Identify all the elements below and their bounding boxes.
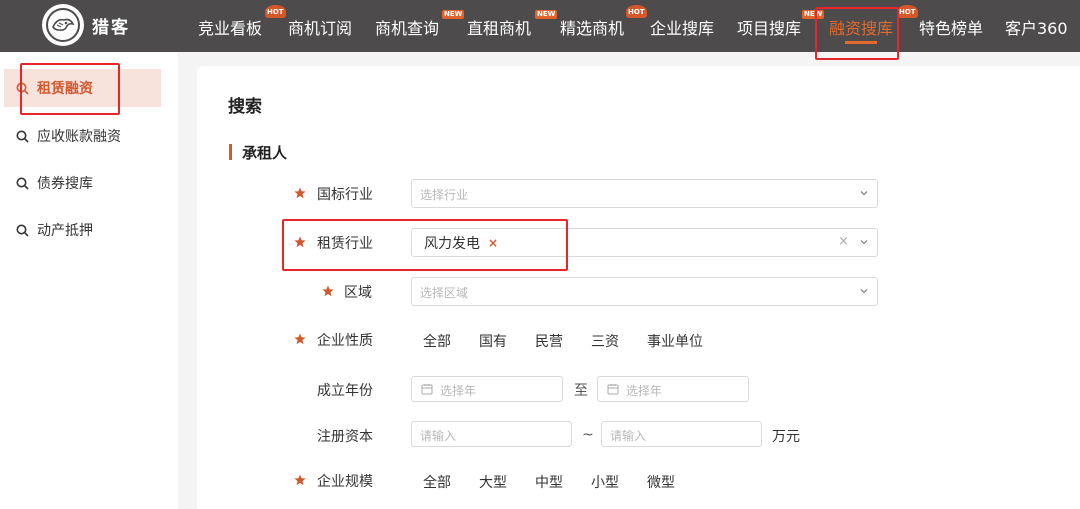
range-separator: 至 xyxy=(574,383,588,399)
industry-std-select[interactable]: 选择行业 xyxy=(411,179,878,208)
brand-name: 猎客 xyxy=(92,17,130,38)
chevron-down-icon xyxy=(860,191,868,196)
nature-option-state[interactable]: 国有 xyxy=(479,331,507,351)
capital-to-input[interactable]: 请输入 xyxy=(601,421,762,447)
capital-to-placeholder: 请输入 xyxy=(610,429,647,443)
calendar-icon xyxy=(421,384,433,395)
registered-capital-label: 注册资本 xyxy=(317,429,373,445)
nature-option-foreign[interactable]: 三资 xyxy=(591,331,619,351)
sidebar-item-receivables-financing[interactable]: 应收账款融资 xyxy=(4,117,161,155)
search-icon xyxy=(16,130,29,143)
annotation-highlight-box xyxy=(20,63,120,115)
sidebar-item-bond-search[interactable]: 债券搜库 xyxy=(4,164,161,202)
industry-std-label: 国标行业 xyxy=(317,187,373,203)
required-star-icon xyxy=(294,187,306,199)
company-nature-label: 企业性质 xyxy=(317,333,373,349)
capital-from-input[interactable]: 请输入 xyxy=(411,421,572,447)
region-select[interactable]: 选择区域 xyxy=(411,277,878,306)
founded-from-placeholder: 选择年 xyxy=(440,384,477,398)
nav-item-customer-360[interactable]: 客户360 xyxy=(1005,15,1068,39)
required-star-icon xyxy=(322,285,334,297)
founded-year-label: 成立年份 xyxy=(317,383,373,399)
capital-from-placeholder: 请输入 xyxy=(420,429,457,443)
founded-to-placeholder: 选择年 xyxy=(626,384,663,398)
required-star-icon xyxy=(294,474,306,486)
hot-badge: HOT xyxy=(626,5,647,18)
nav-item-company-search[interactable]: 企业搜库 xyxy=(650,15,714,39)
hot-badge: HOT xyxy=(265,5,286,18)
nav-item-featured-rankings[interactable]: 特色榜单 xyxy=(919,15,983,39)
scale-option-all[interactable]: 全部 xyxy=(423,472,451,492)
annotation-highlight-box xyxy=(282,219,568,271)
nav-item-opportunity-subscription[interactable]: 商机订阅 xyxy=(288,15,352,39)
nav-item-competition-board[interactable]: 竞业看板 xyxy=(198,15,262,39)
sidebar-item-chattel-mortgage[interactable]: 动产抵押 xyxy=(4,211,161,249)
required-star-icon xyxy=(294,333,306,345)
new-badge: NEW xyxy=(535,10,558,19)
clear-icon[interactable]: × xyxy=(838,234,849,249)
new-badge: NEW xyxy=(442,10,465,19)
scale-option-medium[interactable]: 中型 xyxy=(535,472,563,492)
nature-option-all[interactable]: 全部 xyxy=(423,331,451,351)
brand-logo[interactable]: 猎客 xyxy=(42,4,130,46)
top-nav-bar: 猎客 竞业看板 商机订阅 商机查询 直租商机 精选商机 企业搜库 项目搜库 融资… xyxy=(0,0,1080,52)
scale-option-micro[interactable]: 微型 xyxy=(647,472,675,492)
tiger-logo-icon xyxy=(42,4,84,46)
calendar-icon xyxy=(607,384,619,395)
search-icon xyxy=(16,177,29,190)
scale-option-large[interactable]: 大型 xyxy=(479,472,507,492)
sidebar: 租赁融资 应收账款融资 债券搜库 动产抵押 xyxy=(0,52,178,509)
annotation-highlight-box xyxy=(815,7,899,60)
search-panel: 搜索 承租人 国标行业 选择行业 租赁行业 风力发电 × × 区域 选择区域 企… xyxy=(197,66,1080,509)
sidebar-item-label: 债券搜库 xyxy=(37,176,93,192)
sidebar-item-label: 动产抵押 xyxy=(37,223,93,239)
scale-option-small[interactable]: 小型 xyxy=(591,472,619,492)
nav-item-direct-lease[interactable]: 直租商机 xyxy=(467,15,531,39)
chevron-down-icon xyxy=(860,289,868,294)
company-scale-label: 企业规模 xyxy=(317,474,373,490)
nature-option-institution[interactable]: 事业单位 xyxy=(647,331,703,351)
nav-item-featured[interactable]: 精选商机 xyxy=(560,15,624,39)
nav-item-project-search[interactable]: 项目搜库 xyxy=(737,15,801,39)
search-icon xyxy=(16,224,29,237)
section-title: 承租人 xyxy=(242,144,288,162)
capital-unit: 万元 xyxy=(772,429,800,445)
page-title: 搜索 xyxy=(228,97,262,117)
region-label: 区域 xyxy=(344,285,372,301)
founded-year-to-picker[interactable]: 选择年 xyxy=(597,376,749,402)
sidebar-item-label: 应收账款融资 xyxy=(37,129,121,145)
chevron-down-icon xyxy=(860,240,868,245)
region-placeholder: 选择区域 xyxy=(420,286,469,300)
hot-badge: HOT xyxy=(897,5,918,18)
nav-item-opportunity-query[interactable]: 商机查询 xyxy=(375,15,439,39)
industry-std-placeholder: 选择行业 xyxy=(420,188,469,202)
nature-option-private[interactable]: 民营 xyxy=(535,331,563,351)
section-accent-bar xyxy=(229,144,232,160)
range-separator: ~ xyxy=(582,427,594,443)
founded-year-from-picker[interactable]: 选择年 xyxy=(411,376,563,402)
